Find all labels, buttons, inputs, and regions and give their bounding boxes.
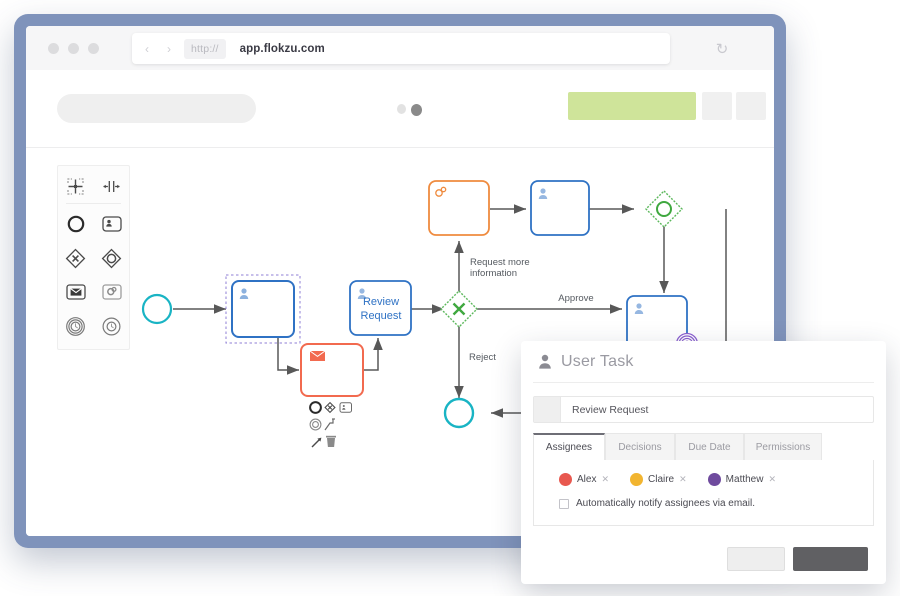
flow-label-approve: Approve	[558, 293, 593, 304]
panel-header: User Task	[521, 341, 886, 382]
append-task-icon	[340, 403, 352, 412]
notify-label: Automatically notify assignees via email…	[576, 498, 755, 509]
remove-assignee-icon[interactable]: ✕	[679, 474, 687, 485]
save-button[interactable]	[793, 547, 868, 571]
flow-label-request-more-info-2: information	[470, 268, 517, 279]
bpmn-user-task-top[interactable]	[531, 181, 589, 235]
publish-button[interactable]	[568, 92, 696, 120]
append-gateway-icon	[325, 403, 335, 413]
assignee-name: Alex	[577, 474, 596, 485]
tab-assignees[interactable]: Assignees	[533, 433, 605, 460]
assignee-name: Matthew	[726, 474, 764, 485]
bpmn-task-selected[interactable]	[226, 275, 300, 343]
avatar	[559, 473, 572, 486]
delete-icon	[326, 436, 336, 447]
flow-label-request-more-info-1: Request more	[470, 257, 530, 268]
bpmn-exclusive-gateway[interactable]	[441, 291, 477, 327]
app-logo-placeholder	[57, 94, 256, 123]
task-name-value[interactable]: Review Request	[572, 404, 648, 416]
person-icon	[538, 354, 552, 369]
remove-assignee-icon[interactable]: ✕	[768, 474, 776, 485]
step-indicator-dot-1[interactable]	[397, 104, 406, 114]
reload-icon[interactable]: ↻	[714, 42, 730, 58]
assignee-list: Alex ✕ Claire ✕ Matthew ✕	[559, 473, 776, 486]
append-intermediate-event-icon	[310, 419, 321, 430]
tab-decisions[interactable]: Decisions	[605, 433, 675, 460]
bpmn-inclusive-gateway[interactable]	[646, 191, 682, 227]
task-name-field-prefix	[534, 397, 561, 422]
change-type-icon	[312, 438, 321, 447]
notify-assignees-row[interactable]: Automatically notify assignees via email…	[559, 498, 755, 509]
back-icon[interactable]: ‹	[140, 43, 154, 55]
panel-divider	[533, 382, 874, 383]
window-close-button[interactable]	[48, 43, 59, 54]
flow-label-reject: Reject	[469, 352, 496, 363]
bpmn-send-task[interactable]	[301, 344, 363, 396]
window-minimize-button[interactable]	[68, 43, 79, 54]
forward-icon[interactable]: ›	[162, 43, 176, 55]
task-name-field[interactable]: Review Request	[533, 396, 874, 423]
bpmn-service-task[interactable]	[429, 181, 489, 235]
task-label-line1: Review	[363, 296, 399, 308]
task-label-line2: Request	[361, 310, 402, 322]
browser-chrome-bar: ‹ › http:// app.flokzu.com ↻	[26, 26, 774, 70]
bpmn-start-event[interactable]	[143, 295, 171, 323]
avatar	[630, 473, 643, 486]
tab-due-date[interactable]: Due Date	[675, 433, 744, 460]
app-header	[26, 70, 774, 148]
user-task-properties-panel[interactable]: User Task Review Request Assignees Decis…	[521, 341, 886, 584]
assignee-chip[interactable]: Matthew ✕	[708, 473, 776, 486]
panel-footer	[521, 540, 886, 584]
address-bar[interactable]: ‹ › http:// app.flokzu.com ↻	[132, 33, 670, 64]
bpmn-review-request-task[interactable]: Review Request	[350, 281, 411, 335]
url-text: app.flokzu.com	[240, 43, 325, 55]
assignee-chip[interactable]: Claire ✕	[630, 473, 687, 486]
step-indicator-dot-2[interactable]	[411, 104, 422, 116]
remove-assignee-icon[interactable]: ✕	[601, 474, 609, 485]
header-action-button-2[interactable]	[736, 92, 766, 120]
element-context-menu[interactable]	[309, 401, 353, 455]
append-end-event-icon	[310, 402, 321, 413]
assignee-chip[interactable]: Alex ✕	[559, 473, 609, 486]
assignees-tab-panel: Alex ✕ Claire ✕ Matthew ✕ Automatically …	[533, 460, 874, 526]
cancel-button[interactable]	[727, 547, 785, 571]
tab-permissions[interactable]: Permissions	[744, 433, 822, 460]
url-scheme-chip: http://	[184, 39, 226, 59]
append-connector-icon	[325, 419, 335, 430]
avatar	[708, 473, 721, 486]
notify-checkbox[interactable]	[559, 499, 569, 509]
assignee-name: Claire	[648, 474, 674, 485]
header-action-button-1[interactable]	[702, 92, 732, 120]
panel-title: User Task	[561, 353, 634, 371]
window-maximize-button[interactable]	[88, 43, 99, 54]
bpmn-end-event[interactable]	[445, 399, 473, 427]
panel-tabstrip[interactable]: Assignees Decisions Due Date Permissions	[533, 433, 874, 460]
